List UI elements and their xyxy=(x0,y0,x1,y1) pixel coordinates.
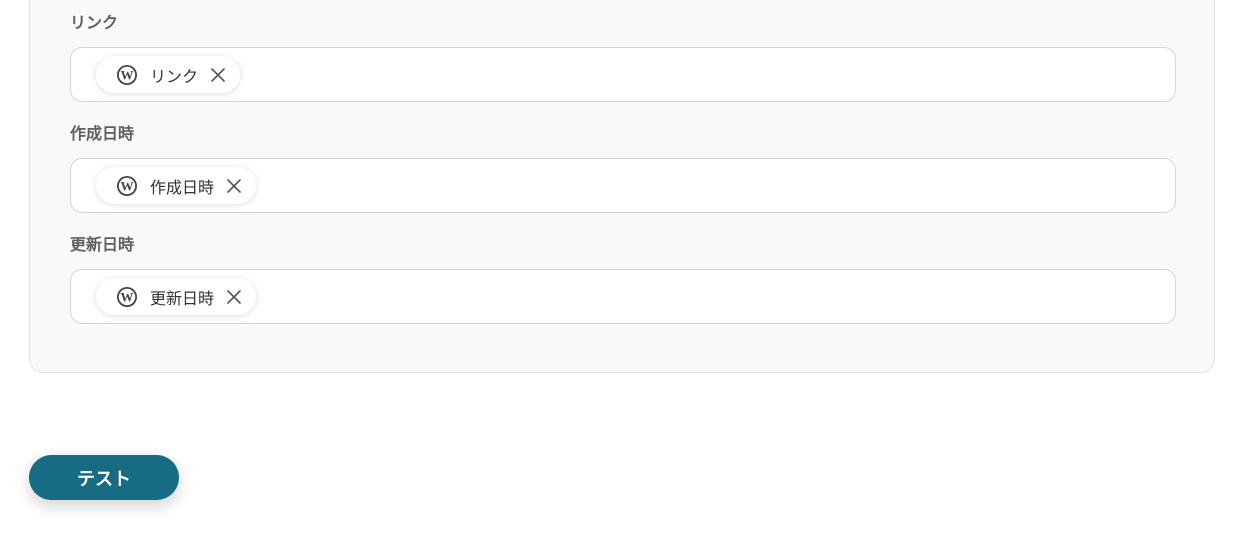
field-input-link[interactable]: W リンク xyxy=(70,47,1176,102)
variable-chip-link[interactable]: W リンク xyxy=(96,56,241,93)
variable-chip-updated-at[interactable]: W 更新日時 xyxy=(96,278,257,315)
close-icon[interactable] xyxy=(224,176,244,196)
variable-chip-created-at[interactable]: W 作成日時 xyxy=(96,167,257,204)
field-label-link: リンク xyxy=(70,13,119,32)
field-input-created-at[interactable]: W 作成日時 xyxy=(70,158,1176,213)
field-label-created-at: 作成日時 xyxy=(70,124,135,143)
svg-text:W: W xyxy=(121,289,134,304)
chip-label: 作成日時 xyxy=(150,177,215,197)
test-button[interactable]: テスト xyxy=(29,455,179,500)
field-label-updated-at: 更新日時 xyxy=(70,235,135,254)
svg-text:W: W xyxy=(121,67,134,82)
chip-label: 更新日時 xyxy=(150,288,215,308)
close-icon[interactable] xyxy=(224,287,244,307)
field-input-updated-at[interactable]: W 更新日時 xyxy=(70,269,1176,324)
wordpress-icon: W xyxy=(116,64,138,86)
close-icon[interactable] xyxy=(208,65,228,85)
wordpress-icon: W xyxy=(116,175,138,197)
chip-label: リンク xyxy=(150,66,199,86)
svg-text:W: W xyxy=(121,178,134,193)
wordpress-icon: W xyxy=(116,286,138,308)
